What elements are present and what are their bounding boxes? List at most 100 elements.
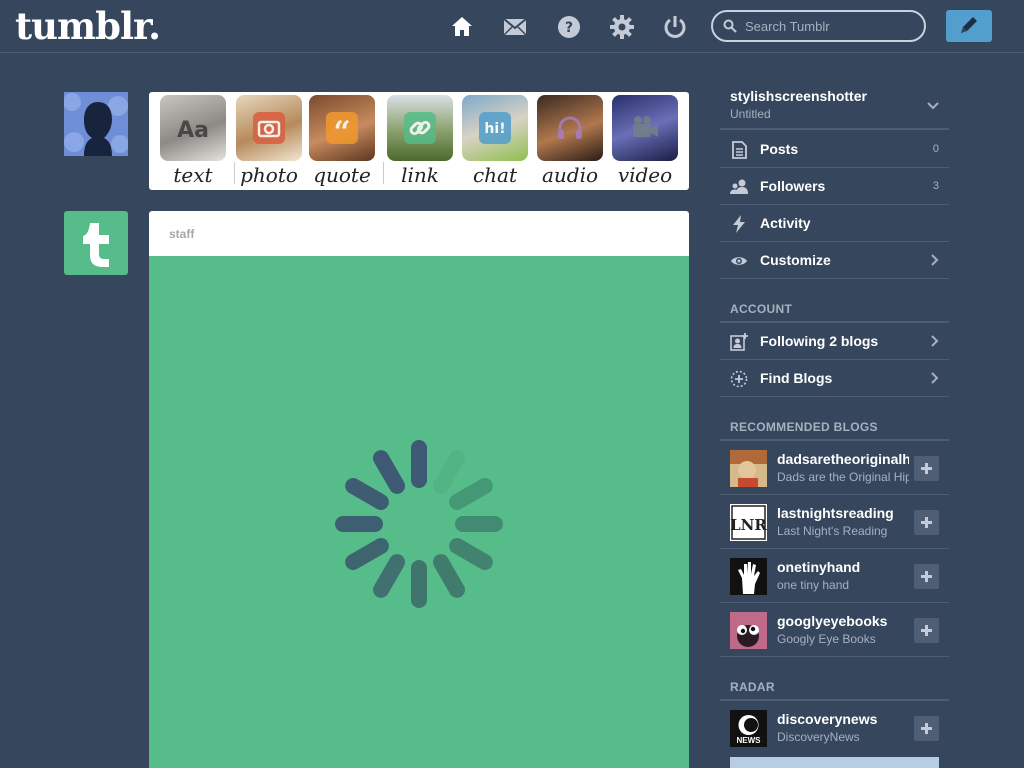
link-icon bbox=[404, 112, 436, 144]
headphones-icon bbox=[554, 112, 586, 144]
sidebar-item-label: Followers bbox=[760, 178, 826, 194]
help-icon[interactable]: ? bbox=[557, 15, 581, 39]
follow-button[interactable] bbox=[914, 456, 939, 481]
home-icon[interactable] bbox=[450, 15, 474, 39]
chevron-down-icon[interactable] bbox=[927, 102, 939, 110]
post-type-quote[interactable]: “ quote bbox=[309, 95, 375, 187]
loading-spinner-icon bbox=[335, 440, 503, 608]
video-camera-icon bbox=[629, 112, 661, 144]
radar-blog: NEWS discoverynews DiscoveryNews bbox=[720, 701, 949, 755]
post-type-label: text bbox=[173, 163, 213, 187]
settings-icon[interactable] bbox=[610, 15, 634, 39]
post-type-audio[interactable]: audio bbox=[537, 95, 603, 187]
blog-name[interactable]: googlyeyebooks bbox=[777, 613, 909, 629]
following-icon bbox=[730, 333, 748, 351]
recommended-blog: onetinyhand one tiny hand bbox=[720, 549, 949, 603]
follow-button[interactable] bbox=[914, 564, 939, 589]
svg-text:LNR: LNR bbox=[730, 516, 767, 534]
sidebar-item-followers[interactable]: Followers 3 bbox=[720, 168, 949, 205]
sidebar-item-label: Activity bbox=[760, 215, 811, 231]
power-icon[interactable] bbox=[663, 15, 687, 39]
sidebar-item-activity[interactable]: Activity bbox=[720, 205, 949, 242]
follow-button[interactable] bbox=[914, 618, 939, 643]
post-type-label: link bbox=[401, 163, 439, 187]
mail-icon[interactable] bbox=[503, 15, 527, 39]
blog-title: one tiny hand bbox=[777, 578, 850, 592]
post-type-video[interactable]: video bbox=[612, 95, 678, 187]
camera-icon bbox=[253, 112, 285, 144]
post-type-bar: Aa text photo “ quote link hi! chat audi… bbox=[149, 92, 689, 190]
posts-count: 0 bbox=[932, 143, 939, 155]
search-box[interactable] bbox=[711, 10, 926, 42]
post-type-label: audio bbox=[541, 163, 599, 187]
recommended-blog: LNR lastnightsreading Last Night's Readi… bbox=[720, 495, 949, 549]
blog-avatar[interactable] bbox=[730, 612, 767, 649]
radar-heading: RADAR bbox=[730, 680, 775, 694]
sidebar-item-label: Customize bbox=[760, 252, 831, 268]
eye-icon bbox=[731, 257, 747, 265]
blog-name[interactable]: stylishscreenshotter bbox=[730, 88, 867, 104]
sidebar-item-label: Find Blogs bbox=[760, 370, 833, 386]
chevron-right-icon bbox=[931, 335, 939, 347]
blog-avatar[interactable]: LNR bbox=[730, 504, 767, 541]
post-type-label: chat bbox=[472, 163, 518, 187]
sidebar-item-find-blogs[interactable]: Find Blogs bbox=[720, 360, 949, 397]
post-author[interactable]: staff bbox=[169, 227, 194, 241]
pencil-icon bbox=[961, 17, 977, 33]
follow-button[interactable] bbox=[914, 510, 939, 535]
svg-text:hi!: hi! bbox=[484, 121, 505, 137]
blog-title: Untitled bbox=[730, 107, 771, 121]
search-icon bbox=[723, 19, 737, 33]
blog-name[interactable]: onetinyhand bbox=[777, 559, 909, 575]
sidebar-item-following[interactable]: Following 2 blogs bbox=[720, 323, 949, 360]
blog-name[interactable]: discoverynews bbox=[777, 711, 909, 727]
text-icon: Aa bbox=[177, 112, 209, 144]
chevron-right-icon bbox=[931, 372, 939, 384]
blog-title: Last Night's Reading bbox=[777, 524, 888, 538]
top-nav-bar: tumblr. ? bbox=[0, 0, 1024, 53]
post-type-chat[interactable]: hi! chat bbox=[462, 95, 528, 187]
chevron-right-icon bbox=[931, 254, 939, 266]
compose-button[interactable] bbox=[946, 10, 992, 42]
sidebar-item-posts[interactable]: Posts 0 bbox=[720, 131, 949, 168]
post-type-label: video bbox=[617, 163, 673, 187]
tumblr-logo[interactable]: tumblr. bbox=[15, 4, 161, 48]
blog-avatar[interactable] bbox=[730, 558, 767, 595]
blog-title: DiscoveryNews bbox=[777, 730, 860, 744]
blog-switcher[interactable]: stylishscreenshotter Untitled bbox=[720, 84, 949, 130]
sidebar-item-customize[interactable]: Customize bbox=[720, 242, 949, 279]
blog-name[interactable]: lastnightsreading bbox=[777, 505, 909, 521]
avatar-caption: NEWS bbox=[736, 736, 761, 745]
recommended-blog: dadsaretheoriginalhipster Dads are the O… bbox=[720, 441, 949, 495]
blog-avatar[interactable] bbox=[730, 450, 767, 487]
recommended-heading: RECOMMENDED BLOGS bbox=[730, 420, 878, 434]
tumblr-t-icon bbox=[83, 223, 109, 267]
followers-count: 3 bbox=[932, 180, 939, 192]
quote-icon: “ bbox=[326, 112, 358, 150]
account-heading: ACCOUNT bbox=[730, 302, 793, 316]
blog-title: Googly Eye Books bbox=[777, 632, 876, 646]
svg-text:Aa: Aa bbox=[177, 118, 209, 143]
recommended-blog: googlyeyebooks Googly Eye Books bbox=[720, 603, 949, 657]
sidebar-item-label: Posts bbox=[760, 141, 799, 157]
svg-text:?: ? bbox=[565, 20, 573, 36]
post-type-link[interactable]: link bbox=[387, 95, 453, 187]
blog-avatar[interactable]: NEWS bbox=[730, 710, 767, 747]
posts-icon bbox=[732, 141, 747, 159]
radar-post-image[interactable] bbox=[730, 757, 939, 768]
activity-icon bbox=[733, 215, 745, 233]
sidebar-item-label: Following 2 blogs bbox=[760, 333, 879, 349]
post-type-label: photo bbox=[240, 163, 298, 187]
user-avatar[interactable] bbox=[64, 92, 128, 156]
chat-icon: hi! bbox=[479, 112, 511, 144]
dashboard-post: staff bbox=[149, 211, 689, 768]
post-type-label: quote bbox=[313, 163, 371, 187]
find-blogs-icon bbox=[730, 370, 748, 388]
staff-avatar[interactable] bbox=[64, 211, 128, 275]
post-content bbox=[149, 256, 689, 768]
post-type-photo[interactable]: photo bbox=[236, 95, 302, 187]
post-type-text[interactable]: Aa text bbox=[160, 95, 226, 187]
search-input[interactable] bbox=[745, 15, 915, 37]
blog-name[interactable]: dadsaretheoriginalhipster bbox=[777, 451, 909, 467]
follow-button[interactable] bbox=[914, 716, 939, 741]
